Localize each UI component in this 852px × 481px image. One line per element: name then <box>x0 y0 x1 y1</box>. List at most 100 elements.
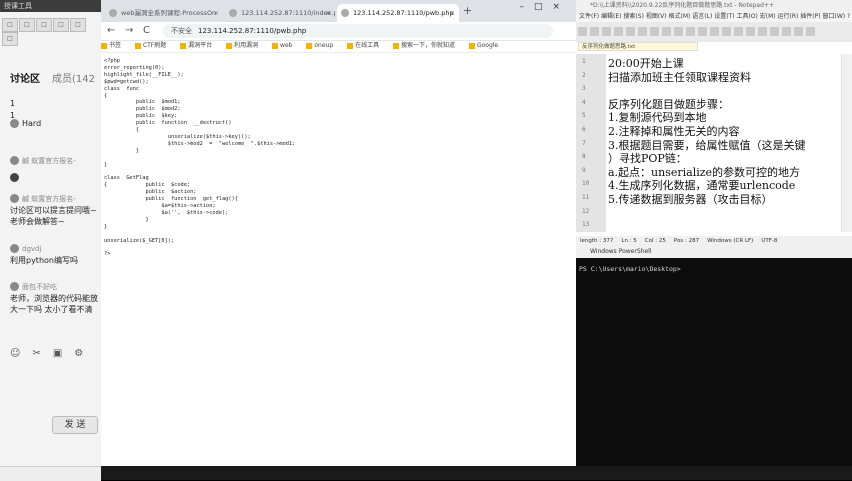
nav-bar: ← → C 不安全 123.114.252.87:1110/pwb.php <box>101 22 576 41</box>
toolbar-icon[interactable] <box>770 27 779 36</box>
toolbar-icon[interactable] <box>578 27 587 36</box>
code-line: public $mod1; <box>104 99 181 106</box>
toolbar-icon[interactable] <box>590 27 599 36</box>
code-line: public $action; <box>104 189 197 196</box>
bookmark-item[interactable]: CTF刷题 <box>134 42 172 49</box>
chat-username: dgvdj <box>22 245 42 253</box>
toolbar-icon[interactable] <box>650 27 659 36</box>
tab-label: 123.114.252.87:1110/pwb.php <box>353 9 454 17</box>
toolbar-icon[interactable] <box>674 27 683 36</box>
new-tab-icon[interactable]: + <box>463 4 472 17</box>
toolbar-icon[interactable] <box>686 27 695 36</box>
chat-input-tools: ☺ ✂ ▣ ⚙ <box>10 348 95 359</box>
close-icon[interactable]: × <box>450 4 455 22</box>
scissors-icon[interactable]: ✂ <box>32 348 40 359</box>
toolbar-icon[interactable] <box>638 27 647 36</box>
avatar <box>10 173 19 182</box>
chat-message: dgvdj 利用python编写吗 <box>10 243 100 266</box>
notepad-file-tab[interactable]: 反序列化做题思路.txt <box>578 42 698 51</box>
code-line: } <box>104 161 108 168</box>
bookmark-item[interactable]: 在线工具 <box>347 42 385 49</box>
line-number: 5 <box>582 112 586 120</box>
toolbar-icon[interactable] <box>602 27 611 36</box>
line-number: 10 <box>582 180 590 188</box>
tool-button[interactable]: □ <box>70 18 86 32</box>
code-line: unserialize($this->key)(); <box>104 133 251 140</box>
back-icon[interactable]: ← <box>107 25 115 36</box>
send-button[interactable]: 发 送 <box>52 416 98 434</box>
powershell-title: Windows PowerShell <box>576 246 852 258</box>
forward-icon[interactable]: → <box>125 25 133 36</box>
tool-button[interactable]: □ <box>36 18 52 32</box>
code-line: { <box>104 127 140 134</box>
chat-message-text: 老师，浏览器的代码能放大一下吗 太小了看不清 <box>10 294 98 314</box>
toolbar-icon[interactable] <box>782 27 791 36</box>
tool-button[interactable]: □ <box>19 18 35 32</box>
tab-discussion[interactable]: 讨论区 <box>10 74 40 85</box>
toolbar-icon[interactable] <box>662 27 671 36</box>
tool-button[interactable]: □ <box>2 18 18 32</box>
line-number: 13 <box>582 221 590 229</box>
avatar <box>10 194 19 203</box>
bookmark-item[interactable]: 书签 <box>101 42 127 49</box>
chat-message: 面包不好吃 老师，浏览器的代码能放大一下吗 太小了看不清 <box>10 281 100 315</box>
toolbar-icon[interactable] <box>710 27 719 36</box>
image-icon[interactable]: ▣ <box>53 348 62 359</box>
status-col: Col : 25 <box>644 238 666 244</box>
line-number: 6 <box>582 126 586 133</box>
browser-tab[interactable]: web漏洞全系列课程-ProcessOn × <box>105 4 223 22</box>
code-line: } <box>104 147 140 154</box>
favicon-icon <box>229 9 237 17</box>
toolbar-icon[interactable] <box>746 27 755 36</box>
taskbar <box>101 466 852 480</box>
status-line: Ln : 5 <box>621 238 637 244</box>
code-line: public $key; <box>104 113 178 120</box>
toolbar-icon[interactable] <box>794 27 803 36</box>
tool-button[interactable]: □ <box>53 18 69 32</box>
browser-tab-active[interactable]: 123.114.252.87:1110/pwb.php × <box>337 4 459 22</box>
bookmark-item[interactable]: web <box>272 42 298 49</box>
powershell-prompt[interactable]: PS C:\Users\mario\Desktop> <box>579 265 681 273</box>
bookmark-item[interactable]: 漏洞平台 <box>180 42 218 49</box>
line-number: 7 <box>582 139 586 147</box>
chat-username: 鹹 蚁置官方报名- <box>22 195 76 203</box>
toolbar-icon[interactable] <box>734 27 743 36</box>
bookmark-item[interactable]: 利用漏洞 <box>226 42 264 49</box>
line-number: 8 <box>582 153 586 161</box>
bookmark-item[interactable]: oneup <box>306 42 339 49</box>
line-number: 9 <box>582 166 586 174</box>
line-number: 2 <box>582 71 586 79</box>
bookmark-item[interactable]: Google <box>468 42 504 49</box>
browser-tab[interactable]: 123.114.252.87:1110/index.ph × <box>225 4 335 22</box>
emoji-icon[interactable]: ☺ <box>10 348 20 359</box>
toolbar-icon[interactable] <box>626 27 635 36</box>
code-line: ?> <box>104 251 111 258</box>
scrollbar[interactable] <box>841 54 852 232</box>
notepad-title: *D:\\上课资料\\2020.9.22反序列化题目做题思路.txt - Not… <box>576 0 852 12</box>
line-number: 12 <box>582 207 590 215</box>
toolbar-icon[interactable] <box>698 27 707 36</box>
notepad-menu[interactable]: 文件(F) 编辑(E) 搜索(S) 视图(V) 格式(M) 语言(L) 设置(T… <box>576 12 852 22</box>
tab-label: web漏洞全系列课程-ProcessOn <box>121 9 217 17</box>
toolbar-icon[interactable] <box>614 27 623 36</box>
close-icon[interactable]: × <box>214 4 219 22</box>
chat-tabs: 讨论区 成员(142 <box>10 70 95 85</box>
window-controls[interactable]: –□× <box>519 2 570 12</box>
avatar <box>10 156 19 165</box>
bookmark-item[interactable]: 搜索一下，你就知道 <box>393 42 461 49</box>
chat-message: 鹹 蚁置官方报名- 讨论区可以提言提问哦~老师会做解答~ <box>10 193 100 227</box>
toolbar-icon[interactable] <box>758 27 767 36</box>
notepad-line: 5.传递数据到服务器（攻击目标） <box>608 193 773 206</box>
address-bar[interactable]: 不安全 123.114.252.87:1110/pwb.php <box>163 24 553 38</box>
avatar <box>10 282 19 291</box>
settings-icon[interactable]: ⚙ <box>74 348 83 359</box>
reload-icon[interactable]: C <box>143 25 150 36</box>
tool-button[interactable]: □ <box>2 32 18 46</box>
toolbar-icon[interactable] <box>722 27 731 36</box>
close-icon[interactable]: × <box>326 4 331 22</box>
notepad-toolbar <box>576 22 852 42</box>
toolbar-icon[interactable] <box>806 27 815 36</box>
tab-members[interactable]: 成员(142 <box>52 74 95 85</box>
